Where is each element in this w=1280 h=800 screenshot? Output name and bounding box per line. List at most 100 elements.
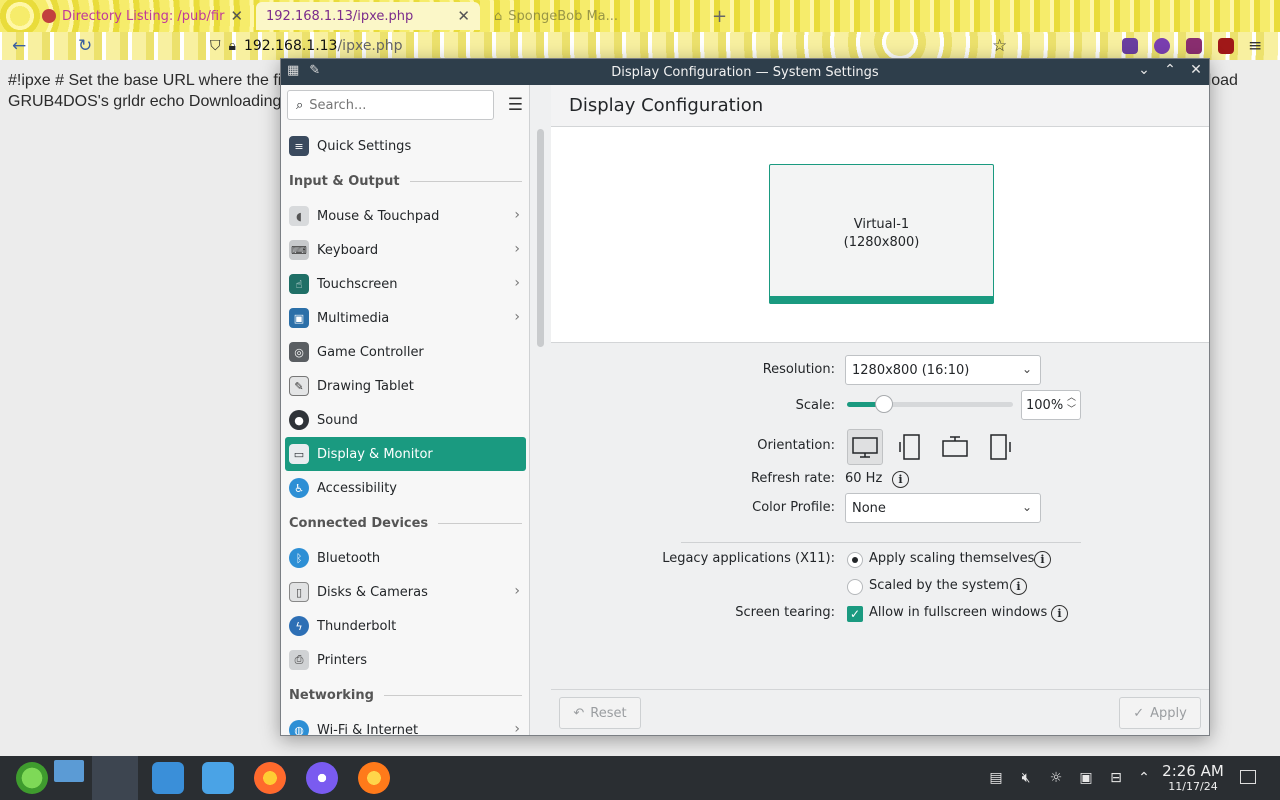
firefox-nightly-icon[interactable] [306,762,338,794]
discover-store-icon[interactable] [152,762,184,794]
sidebar-item-label: Thunderbolt [317,618,397,634]
dialog-footer: ↶ Reset ✓ Apply [551,689,1209,735]
info-icon[interactable]: i [1051,605,1068,622]
network-icon[interactable]: ⊟ [1108,770,1124,786]
volume-muted-icon[interactable]: 🔇︎ [1018,770,1034,786]
sidebar-item-label: Game Controller [317,344,424,360]
info-icon[interactable]: i [892,471,909,488]
minimize-icon[interactable]: ⌄ [1137,62,1151,78]
orientation-landscape-button[interactable] [847,429,883,465]
tray-expand-icon[interactable]: ⌃ [1136,770,1152,786]
sidebar-item-thunderbolt[interactable]: ϟ Thunderbolt [285,609,526,643]
legacy-scaled-by-system-label[interactable]: Scaled by the system [869,578,1009,593]
chevron-down-icon: ⌄ [1021,500,1032,514]
show-desktop-icon[interactable] [1240,770,1256,784]
sidebar-item-quick-settings[interactable]: ≡ Quick Settings [285,129,526,163]
scale-spinbox[interactable]: 100% ︿ ﹀ [1021,390,1081,420]
category-input-output: Input & Output [285,163,526,199]
allow-tearing-label[interactable]: Allow in fullscreen windows [869,605,1047,620]
back-arrow-icon[interactable]: ← [12,36,26,56]
sidebar-item-disks-cameras[interactable]: ▯ Disks & Cameras › [285,575,526,609]
sidebar-item-multimedia[interactable]: ▣ Multimedia › [285,301,526,335]
spin-arrows-icon[interactable]: ︿ ﹀ [1067,392,1076,416]
apply-label: Apply [1150,705,1187,721]
scale-slider-handle[interactable] [874,395,893,413]
apply-button[interactable]: ✓ Apply [1119,697,1201,729]
reload-icon[interactable]: ↻ [78,36,92,56]
portrait-left-icon [899,434,920,460]
sidebar-item-mouse-touchpad[interactable]: ◖ Mouse & Touchpad › [285,199,526,233]
resolution-combobox[interactable]: 1280x800 (16:10) ⌄ [845,355,1041,385]
globe-icon: ◍ [289,720,309,735]
pocket-icon[interactable] [1122,38,1138,54]
legacy-scaled-by-system-radio[interactable] [847,579,863,595]
browser-tab-third[interactable]: ⌂ SpongeBob Ma... [484,2,706,30]
maximize-icon[interactable]: ⌃ [1163,62,1177,78]
sidebar-item-label: Display & Monitor [317,446,433,462]
firefox-icon[interactable] [254,762,286,794]
file-manager-icon[interactable] [202,762,234,794]
hamburger-menu-icon[interactable]: ☰ [508,95,523,115]
legacy-apply-scaling-radio[interactable] [847,552,863,568]
sidebar-item-display-monitor[interactable]: ▭ Display & Monitor [285,437,526,471]
allow-tearing-checkbox[interactable]: ✓ [847,606,863,622]
sidebar-item-game-controller[interactable]: ◎ Game Controller [285,335,526,369]
sidebar-item-label: Mouse & Touchpad [317,208,440,224]
refresh-rate-value: 60 Hz [845,471,883,486]
extensions-icon[interactable] [1186,38,1202,54]
sidebar-item-bluetooth[interactable]: ᛒ Bluetooth [285,541,526,575]
info-icon[interactable]: i [1010,578,1027,595]
undo-icon: ↶ [573,705,585,721]
orientation-portrait-left-button[interactable] [892,429,928,465]
output-virtual-1[interactable]: Virtual-1 (1280x800) [769,164,994,304]
bookmark-star-icon[interactable]: ☆ [992,36,1007,56]
site-favicon-icon [42,9,56,23]
brightness-icon[interactable]: ☼ [1048,770,1064,786]
sidebar-item-keyboard[interactable]: ⌨ Keyboard › [285,233,526,267]
disk-icon: ▯ [289,582,309,602]
account-icon[interactable] [1154,38,1170,54]
storage-icon[interactable]: ▣ [1078,770,1094,786]
chevron-right-icon: › [514,721,520,735]
color-profile-combobox[interactable]: None ⌄ [845,493,1041,523]
close-tab-icon[interactable]: ✕ [230,7,243,25]
flipped-icon [942,436,968,457]
sidebar-item-wifi-internet[interactable]: ◍ Wi-Fi & Internet › [285,713,526,735]
orientation-portrait-right-button[interactable] [982,429,1018,465]
settings-sidebar: ⌕ ☰ ≡ Quick Settings Input & Output ◖ Mo… [281,85,530,735]
sidebar-item-printers[interactable]: ⎙ Printers [285,643,526,677]
thunderbolt-icon: ϟ [289,616,309,636]
ublock-icon[interactable] [1218,38,1234,54]
close-icon[interactable]: ✕ [1189,62,1203,78]
sidebar-item-label: Disks & Cameras [317,584,428,600]
sidebar-item-drawing-tablet[interactable]: ✎ Drawing Tablet [285,369,526,403]
system-settings-task-icon[interactable] [92,756,138,800]
clipboard-icon[interactable]: ▤ [988,770,1004,786]
url-bar[interactable]: ⛉ 🔒︎ 192.168.1.13/ipxe.php [196,34,1018,58]
browser-tab-directory[interactable]: Directory Listing: /pub/fir ✕ [32,2,250,30]
orientation-flipped-button[interactable] [937,429,973,465]
clock[interactable]: 2:26 AM 11/17/24 [1162,762,1224,793]
touchscreen-icon: ☝ [289,274,309,294]
reset-button[interactable]: ↶ Reset [559,697,641,729]
search-box[interactable]: ⌕ [287,90,494,120]
app-launcher-icon[interactable] [16,762,48,794]
search-input[interactable] [309,97,490,113]
chevron-right-icon: › [514,241,520,257]
pager-icon[interactable] [54,760,84,782]
legacy-apply-scaling-label[interactable]: Apply scaling themselves [869,551,1034,566]
close-tab-icon[interactable]: ✕ [457,7,470,25]
screen-tearing-label: Screen tearing: [735,605,835,620]
menu-icon[interactable]: ≡ [1248,36,1262,56]
window-title: Display Configuration — System Settings [611,64,879,80]
info-icon[interactable]: i [1034,551,1051,568]
window-titlebar[interactable]: ▦ ✎ Display Configuration — System Setti… [281,59,1209,85]
checkmark-icon: ✓ [1133,705,1145,721]
sidebar-item-sound[interactable]: ● Sound [285,403,526,437]
firefox-esr-icon[interactable] [358,762,390,794]
new-tab-icon[interactable]: + [712,6,727,27]
sidebar-scrollbar[interactable] [537,129,544,347]
browser-tab-ipxe[interactable]: 192.168.1.13/ipxe.php ✕ [256,2,480,30]
sidebar-item-touchscreen[interactable]: ☝ Touchscreen › [285,267,526,301]
sidebar-item-accessibility[interactable]: ♿︎ Accessibility [285,471,526,505]
